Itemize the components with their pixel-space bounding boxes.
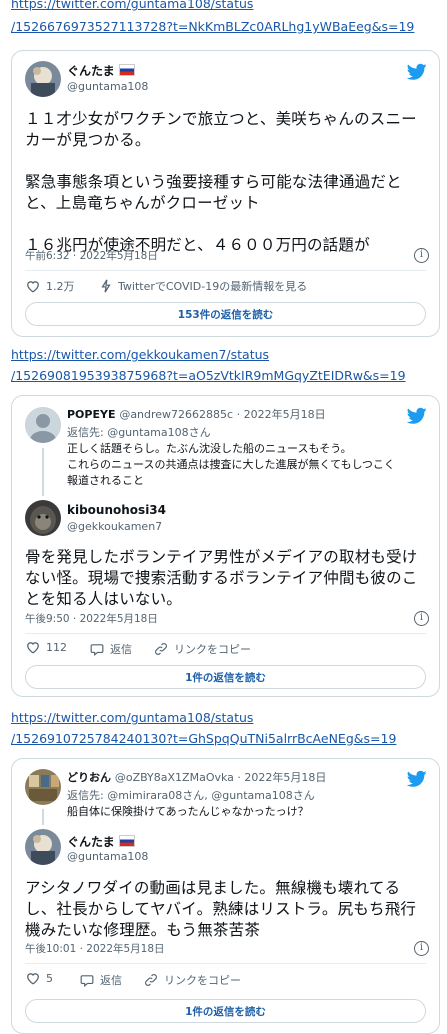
- info-icon[interactable]: i: [414, 941, 429, 956]
- parent-tweet-body: 船自体に保険掛けてあったんじゃなかったっけ？: [67, 805, 309, 818]
- tweet-body: 骨を発見したボランテイア男性がメデイアの取材も受け ない怪。現場で捜索活動するボ…: [25, 548, 418, 608]
- twitter-bird-icon[interactable]: [407, 63, 427, 81]
- covid-link-label: TwitterでCOVID-19の最新情報を見る: [118, 280, 308, 293]
- tweet-body: アシタノワダイの動画は見ました。無線機も壊れてる し、社長からしてヤバイ。熟練は…: [25, 879, 417, 939]
- tweet-card-3[interactable]: どりおん @oZBY8aX1ZMaOvka · 2022年5月18日 返信先: …: [11, 758, 440, 1034]
- parent-user-name[interactable]: POPEYE @andrew72662885c · 2022年5月18日: [67, 406, 326, 422]
- twitter-bird-icon[interactable]: [407, 407, 427, 425]
- tweet-body: １１才少女がワクチンで旅立つと、美咲ちゃんのスニー カーが見つかる。 緊急事態条…: [25, 110, 417, 254]
- info-icon[interactable]: i: [414, 248, 429, 263]
- heart-icon: [27, 280, 39, 293]
- like-count: 5: [46, 972, 53, 985]
- avatar[interactable]: [25, 829, 61, 865]
- reply-bubble-icon: [80, 974, 94, 987]
- parent-handle-date: @andrew72662885c · 2022年5月18日: [119, 408, 326, 421]
- like-button[interactable]: 112: [26, 641, 67, 654]
- reply-to[interactable]: 返信先: @guntama108さん: [67, 424, 211, 440]
- tweet-url-link-3b[interactable]: /1526910725784240130?t=GhSpqQuTNi5alrrBc…: [11, 729, 396, 749]
- twitter-bird-icon[interactable]: [407, 770, 427, 788]
- tweet-timestamp[interactable]: 午後9:50 · 2022年5月18日: [25, 611, 158, 626]
- like-count: 1.2万: [46, 280, 75, 293]
- avatar-default[interactable]: [25, 407, 61, 443]
- parent-tweet-body: 正しく話題そらし。たぶん沈没した船のニュースもそう。 これらのニュースの共通点は…: [67, 442, 395, 487]
- reply-label: 返信: [100, 974, 122, 987]
- reply-button[interactable]: 返信: [80, 972, 122, 988]
- copy-link-button[interactable]: リンクをコピー: [154, 641, 251, 657]
- thread-line: [42, 809, 44, 825]
- russia-flag-icon: [118, 835, 135, 847]
- copy-link-label: リンクをコピー: [174, 643, 251, 656]
- reply-button[interactable]: 返信: [90, 641, 132, 657]
- russia-flag-icon: [118, 64, 135, 76]
- info-icon[interactable]: i: [414, 611, 429, 626]
- heart-icon: [27, 973, 39, 985]
- covid-info-link[interactable]: TwitterでCOVID-19の最新情報を見る: [100, 278, 307, 294]
- like-button[interactable]: 1.2万: [26, 278, 75, 294]
- read-replies-button[interactable]: 153件の返信を読む: [25, 302, 426, 326]
- avatar[interactable]: [25, 500, 61, 536]
- user-handle[interactable]: @guntama108: [67, 80, 148, 93]
- copy-link-button[interactable]: リンクをコピー: [144, 972, 241, 988]
- read-replies-button[interactable]: 1件の返信を読む: [25, 665, 426, 689]
- parent-handle-date: @oZBY8aX1ZMaOvka · 2022年5月18日: [114, 771, 327, 784]
- tweet-card-1[interactable]: ぐんたま @guntama108 １１才少女がワクチンで旅立つと、美咲ちゃんのス…: [11, 50, 440, 337]
- heart-icon: [27, 642, 39, 654]
- copy-link-label: リンクをコピー: [164, 974, 241, 987]
- user-name[interactable]: kibounohosi34: [67, 503, 166, 517]
- thread-line: [42, 448, 44, 496]
- divider: [25, 633, 426, 634]
- like-count: 112: [46, 641, 67, 654]
- user-name[interactable]: ぐんたま: [67, 62, 135, 79]
- reply-to[interactable]: 返信先: @mimirara08さん, @guntama108さん: [67, 787, 315, 803]
- lightning-icon: [101, 279, 111, 293]
- divider: [25, 963, 426, 964]
- tweet-url-link-3a[interactable]: https://twitter.com/guntama108/status: [11, 708, 253, 728]
- read-replies-button[interactable]: 1件の返信を読む: [25, 999, 426, 1023]
- parent-user-name[interactable]: どりおん @oZBY8aX1ZMaOvka · 2022年5月18日: [67, 769, 326, 785]
- tweet-url-link-1b[interactable]: /1526676973527113728?t=NkKmBLZc0ARLhg1yW…: [11, 17, 414, 37]
- user-handle[interactable]: @gekkoukamen7: [67, 520, 162, 533]
- tweet-timestamp[interactable]: 午前6:32 · 2022年5月18日: [25, 248, 158, 263]
- link-chain-icon: [155, 643, 167, 655]
- user-handle[interactable]: @guntama108: [67, 850, 148, 863]
- tweet-url-link-2b[interactable]: /1526908195393875968?t=aO5zVtkIR9mMGqyZt…: [11, 366, 406, 386]
- tweet-card-2[interactable]: POPEYE @andrew72662885c · 2022年5月18日 返信先…: [11, 395, 440, 697]
- user-name[interactable]: ぐんたま: [67, 833, 135, 850]
- avatar[interactable]: [25, 769, 61, 805]
- reply-label: 返信: [110, 643, 132, 656]
- reply-bubble-icon: [90, 643, 104, 656]
- tweet-url-link-1a[interactable]: https://twitter.com/guntama108/status: [11, 0, 253, 14]
- avatar[interactable]: [25, 61, 61, 97]
- like-button[interactable]: 5: [26, 972, 53, 985]
- tweet-timestamp[interactable]: 午後10:01 · 2022年5月18日: [25, 941, 165, 956]
- tweet-url-link-2a[interactable]: https://twitter.com/gekkoukamen7/status: [11, 345, 269, 365]
- link-chain-icon: [145, 974, 157, 986]
- divider: [25, 270, 426, 271]
